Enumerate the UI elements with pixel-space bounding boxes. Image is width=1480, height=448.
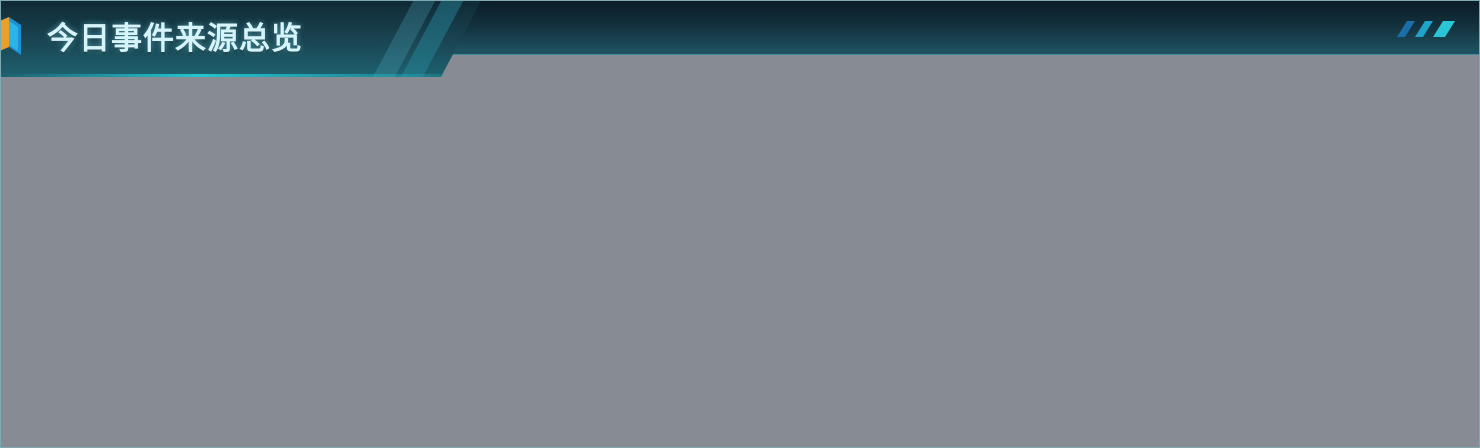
cube-icon [1, 17, 21, 55]
panel-title: 今日事件来源总览 [47, 21, 303, 57]
event-source-overview-panel: 今日事件来源总览 [0, 0, 1480, 448]
panel-content-area [1, 77, 1479, 447]
slash-stripes-icon [1397, 21, 1455, 37]
